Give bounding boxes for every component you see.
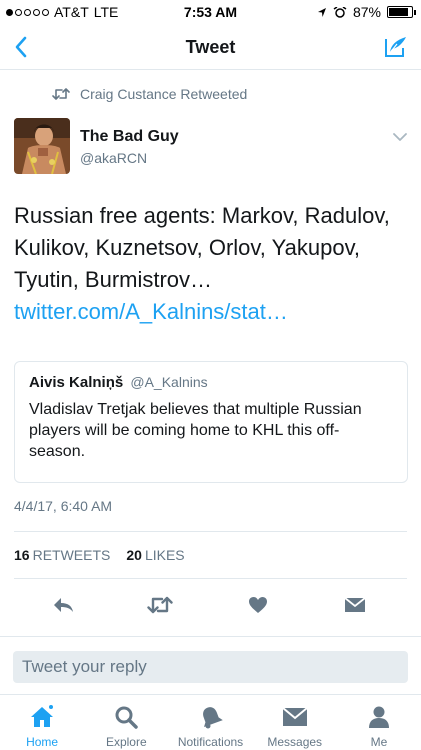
likes-count: 20 [126,547,142,563]
search-icon [112,703,140,731]
likes-label: LIKES [144,547,185,563]
quoted-tweet-header: Aivis Kalniņš @A_Kalnins [29,374,393,391]
retweets-stat[interactable]: 16 RETWEETS [14,547,110,563]
tweet-body: Russian free agents: Markov, Radulov, Ku… [14,203,390,292]
battery-percent: 87% [352,4,381,20]
reply-input[interactable]: Tweet your reply [13,651,408,683]
tweet-timestamp: 4/4/17, 6:40 AM [14,498,113,514]
envelope-icon [344,597,366,612]
tab-home[interactable]: Home [0,695,84,750]
tab-label: Notifications [177,735,244,749]
reply-placeholder: Tweet your reply [22,657,147,676]
tweet-actions [0,590,421,622]
bell-icon [197,703,225,731]
compose-tweet-button[interactable] [381,32,411,62]
divider [14,531,407,532]
retweet-icon [52,88,70,100]
retweets-label: RETWEETS [32,547,111,563]
quoted-tweet[interactable]: Aivis Kalniņš @A_Kalnins Vladislav Tretj… [14,361,408,483]
alarm-icon [333,6,347,18]
likes-stat[interactable]: 20 LIKES [126,547,184,563]
tweet-stats: 16 RETWEETS 20 LIKES [14,547,185,563]
tab-notifications[interactable]: Notifications [168,695,252,750]
person-icon [365,703,393,731]
tab-messages[interactable]: Messages [253,695,337,750]
page-title: Tweet [185,37,236,57]
tweet-options-button[interactable] [391,128,409,146]
tab-me[interactable]: Me [337,695,421,750]
author-handle[interactable]: @akaRCN [80,150,147,166]
tab-explore[interactable]: Explore [84,695,168,750]
tab-label: Home [26,735,59,749]
quoted-author-handle: @A_Kalnins [130,374,208,390]
direct-message-button[interactable] [340,590,370,620]
home-icon [28,703,56,731]
like-button[interactable] [243,590,273,620]
reply-button[interactable] [48,590,78,620]
avatar-image [14,118,70,174]
tab-label: Explore [105,735,147,749]
retweets-count: 16 [14,547,30,563]
reply-icon [54,598,73,612]
tweet-link[interactable]: twitter.com/A_Kalnins/stat… [14,299,288,324]
status-bar: AT&T LTE 7:53 AM 87% [0,0,421,24]
tab-bar: Home Explore Notifications Messages Me [0,694,421,750]
retweet-icon [147,596,173,614]
retweet-context[interactable]: Craig Custance Retweeted [52,86,247,102]
avatar[interactable] [14,118,70,174]
retweet-button[interactable] [145,590,175,620]
tab-label: Messages [267,735,323,749]
divider [14,578,407,579]
location-arrow-icon [317,7,326,17]
quoted-author-name: Aivis Kalniņš [29,374,124,391]
battery-icon [387,6,416,18]
chevron-down-icon [393,132,407,141]
author-name[interactable]: The Bad Guy [80,128,179,146]
nav-bar: Tweet [0,24,421,70]
heart-icon [249,597,267,613]
quoted-tweet-text: Vladislav Tretjak believes that multiple… [29,401,362,460]
envelope-icon [281,703,309,731]
compose-icon [385,37,406,57]
battery-fill [389,8,409,16]
status-right: 87% [317,4,416,20]
divider [0,636,421,637]
retweet-context-label: Craig Custance Retweeted [80,86,248,102]
tab-label: Me [370,735,388,749]
tweet-text: Russian free agents: Markov, Radulov, Ku… [14,200,410,328]
